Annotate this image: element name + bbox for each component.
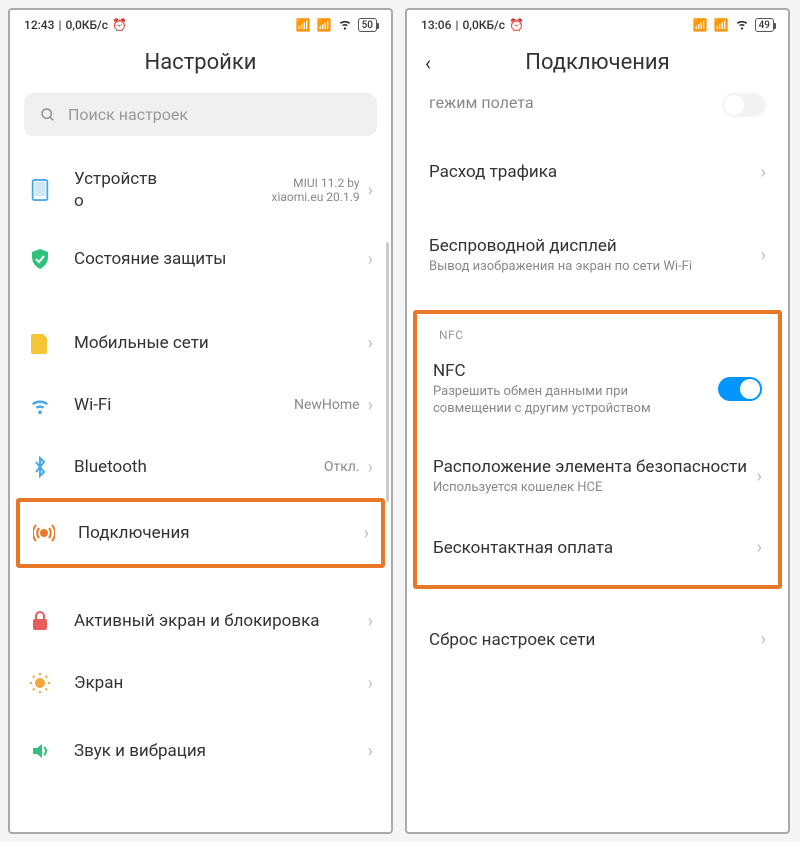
item-nfc[interactable]: NFC Разрешить обмен данными при совмещен…: [417, 348, 778, 430]
item-device[interactable]: Устройство MIUI 11.2 byxiaomi.eu 20.1.9 …: [10, 152, 391, 228]
alarm-icon: ⏰: [112, 18, 127, 32]
item-connections[interactable]: Подключения ›: [20, 502, 381, 564]
battery-icon: 50: [358, 18, 377, 32]
chevron-right-icon: ›: [761, 162, 766, 183]
phone-right-connections: 13:06 | 0,0КБ/с ⏰ 📶 📶 49 ‹ Подключения г…: [405, 8, 790, 834]
phone-left-settings: 12:43 | 0,0КБ/с ⏰ 📶 📶 50 Настройки Поиск…: [8, 8, 393, 834]
item-label: Состояние защиты: [74, 248, 368, 270]
status-time: 13:06: [421, 18, 451, 32]
chevron-right-icon: ›: [368, 673, 373, 694]
alarm-icon: ⏰: [509, 18, 524, 32]
chevron-right-icon: ›: [761, 245, 766, 266]
chevron-right-icon: ›: [757, 537, 762, 558]
item-secure-element[interactable]: Расположение элемента безопасности Испол…: [417, 444, 778, 509]
item-sub: Вывод изображения на экран по сети Wi-Fi: [429, 259, 761, 276]
back-button[interactable]: ‹: [425, 51, 449, 75]
item-label: Сброс настроек сети: [429, 629, 761, 651]
item-sound[interactable]: Звук и вибрация ›: [10, 714, 391, 776]
partial-airplane-mode: гежим полета: [407, 93, 788, 121]
highlight-nfc-block: NFC NFC Разрешить обмен данными при совм…: [413, 310, 782, 589]
page-title: Настройки: [10, 36, 391, 93]
item-sim[interactable]: Мобильные сети ›: [10, 312, 391, 374]
signal-icon: 📶: [693, 18, 708, 32]
item-reset[interactable]: Сброс настроек сети ›: [407, 611, 788, 669]
item-label: Бесконтактная оплата: [433, 537, 757, 559]
signal-icon: 📶: [714, 18, 729, 32]
settings-list: Устройство MIUI 11.2 byxiaomi.eu 20.1.9 …: [10, 152, 391, 832]
chevron-right-icon: ›: [368, 457, 373, 478]
search-input[interactable]: Поиск настроек: [24, 93, 377, 136]
status-bar: 13:06 | 0,0КБ/с ⏰ 📶 📶 49: [407, 10, 788, 36]
item-label: Мобильные сети: [74, 332, 368, 354]
status-bar: 12:43 | 0,0КБ/с ⏰ 📶 📶 50: [10, 10, 391, 36]
item-sub: Используется кошелек HCE: [433, 480, 757, 497]
bluetooth-icon: [28, 455, 52, 479]
item-traffic[interactable]: Расход трафика ›: [407, 143, 788, 201]
item-lock[interactable]: Активный экран и блокировка ›: [10, 590, 391, 652]
item-value: MIUI 11.2 byxiaomi.eu 20.1.9: [271, 176, 359, 204]
title-row: ‹ Подключения: [407, 36, 788, 93]
connections-icon: [32, 521, 56, 545]
wifi-icon: [28, 393, 52, 417]
highlight-connections: Подключения ›: [16, 498, 385, 568]
item-label: Подключения: [78, 522, 364, 544]
lock-icon: [28, 609, 52, 633]
chevron-right-icon: ›: [368, 741, 373, 762]
search-icon: [40, 107, 56, 123]
phone-icon: [28, 178, 52, 202]
item-sub: Разрешить обмен данными при совмещении с…: [433, 384, 708, 418]
page-title: Подключения: [449, 50, 746, 75]
chevron-right-icon: ›: [757, 466, 762, 487]
item-label: Устройство: [74, 168, 271, 212]
item-value: Откл.: [324, 459, 360, 475]
item-label: Wi-Fi: [74, 394, 294, 416]
item-value: NewHome: [294, 397, 360, 413]
item-security[interactable]: Состояние защиты ›: [10, 228, 391, 290]
item-wifi[interactable]: Wi-Fi NewHome ›: [10, 374, 391, 436]
signal-icon: 📶: [317, 18, 332, 32]
item-label: Расход трафика: [429, 161, 761, 183]
toggle-airplane[interactable]: [722, 93, 766, 117]
section-header-nfc: NFC: [417, 322, 778, 348]
item-display[interactable]: Экран ›: [10, 652, 391, 714]
chevron-right-icon: ›: [368, 395, 373, 416]
brightness-icon: [28, 671, 52, 695]
item-contactless[interactable]: Бесконтактная оплата ›: [417, 519, 778, 577]
shield-icon: [28, 247, 52, 271]
scrollbar[interactable]: [386, 242, 389, 502]
item-label: Bluetooth: [74, 456, 324, 478]
chevron-right-icon: ›: [368, 333, 373, 354]
chevron-right-icon: ›: [364, 523, 369, 544]
status-speed: 0,0КБ/с: [462, 18, 505, 32]
wifi-icon: [735, 18, 749, 32]
item-wireless-display[interactable]: Беспроводной дисплей Вывод изображения н…: [407, 223, 788, 288]
item-label: Беспроводной дисплей: [429, 235, 761, 257]
chevron-right-icon: ›: [761, 629, 766, 650]
sound-icon: [28, 739, 52, 763]
chevron-right-icon: ›: [368, 180, 373, 201]
sim-icon: [28, 331, 52, 355]
battery-icon: 49: [755, 18, 774, 32]
search-placeholder: Поиск настроек: [68, 105, 188, 124]
item-label: NFC: [433, 360, 708, 382]
item-label: Активный экран и блокировка: [74, 610, 368, 632]
item-label: Звук и вибрация: [74, 740, 368, 762]
item-label: Расположение элемента безопасности: [433, 456, 757, 478]
item-label: Экран: [74, 672, 368, 694]
item-bluetooth[interactable]: Bluetooth Откл. ›: [10, 436, 391, 498]
status-speed: 0,0КБ/с: [65, 18, 108, 32]
connections-list: гежим полета Расход трафика › Беспроводн…: [407, 93, 788, 832]
status-time: 12:43: [24, 18, 54, 32]
signal-icon: 📶: [296, 18, 311, 32]
chevron-right-icon: ›: [368, 249, 373, 270]
chevron-right-icon: ›: [368, 611, 373, 632]
toggle-nfc[interactable]: [718, 377, 762, 401]
wifi-icon: [338, 18, 352, 32]
